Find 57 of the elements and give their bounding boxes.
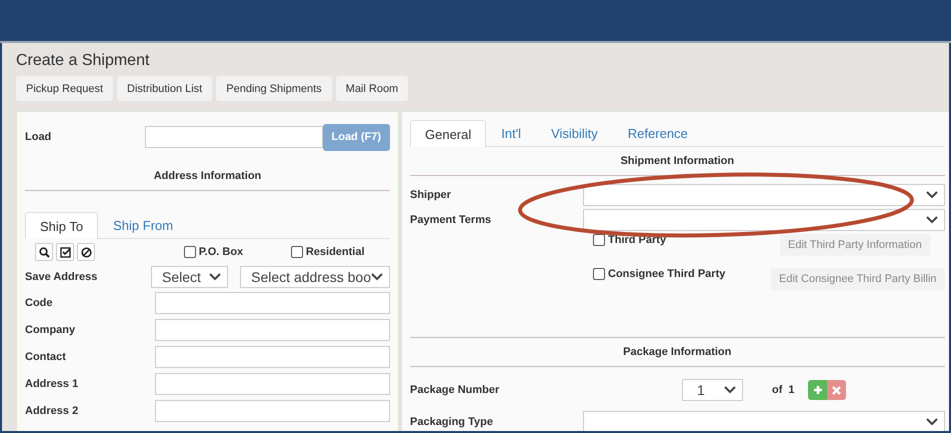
package-total: 1 [788,384,796,396]
toolbar-button[interactable]: Distribution List [117,76,212,101]
checkbox-icon [60,246,70,258]
load-input[interactable] [144,126,322,148]
chevron-down-icon [926,216,938,224]
chevron-down-icon [724,386,736,394]
section-title: Shipment Information [410,147,945,176]
text-input[interactable] [155,372,390,394]
text-input[interactable] [155,346,390,368]
select-dropdown[interactable]: Select [151,266,228,288]
field-label: Load [25,131,52,143]
tab[interactable]: Ship From [98,212,188,238]
field-label: Address 2 [25,404,80,416]
chevron-down-icon [926,418,938,426]
chevron-down-icon [371,273,383,281]
text-input[interactable] [155,318,390,340]
chevron-down-icon [926,190,938,198]
text-input[interactable] [155,292,390,314]
checkbox[interactable] [290,246,303,258]
checkbox-label: Consignee Third Party [608,268,726,280]
toolbar-button[interactable]: Pickup Request [16,76,114,101]
text-input[interactable] [155,400,390,422]
checkbox[interactable] [184,246,196,258]
tab[interactable]: Int'l [486,120,536,146]
package-number-dropdown[interactable]: 1 [682,379,743,401]
toolbar-button[interactable]: Pending Shipments [216,76,332,101]
tab[interactable]: Reference [612,120,703,146]
plus-icon [812,385,823,395]
field-label: Shipper [410,188,452,200]
section-title: Package Information [410,338,945,367]
tool-button[interactable] [35,243,53,261]
close-icon [832,386,842,394]
select-dropdown[interactable] [583,184,945,206]
chevron-down-icon [209,273,222,281]
tool-button[interactable] [77,243,95,261]
checkbox-label: P.O. Box [198,246,244,258]
tab[interactable]: Visibility [536,120,613,146]
tab[interactable]: General [410,120,486,147]
search-icon [38,246,50,258]
section-title: Address Information [25,162,390,191]
field-label: Save Address [25,271,98,283]
of-label: of [772,384,782,396]
tab[interactable]: Ship To [25,212,98,239]
field-label: Contact [25,350,67,362]
field-label: Company [25,324,76,336]
address-book-dropdown[interactable]: Select address boo [240,266,390,288]
field-label: Address 1 [25,378,80,390]
field-label: Code [25,296,54,308]
field-label: Payment Terms [410,214,492,226]
page-title: Create a Shipment [16,51,150,71]
field-label: Packaging Type [410,416,494,428]
field-label: Package Number [410,384,500,396]
select-dropdown[interactable] [583,208,945,230]
prohibited-icon [80,246,92,258]
checkbox-label: Residential [306,246,365,258]
tool-button[interactable] [56,243,74,261]
toolbar-button[interactable]: Mail Room [336,76,408,101]
